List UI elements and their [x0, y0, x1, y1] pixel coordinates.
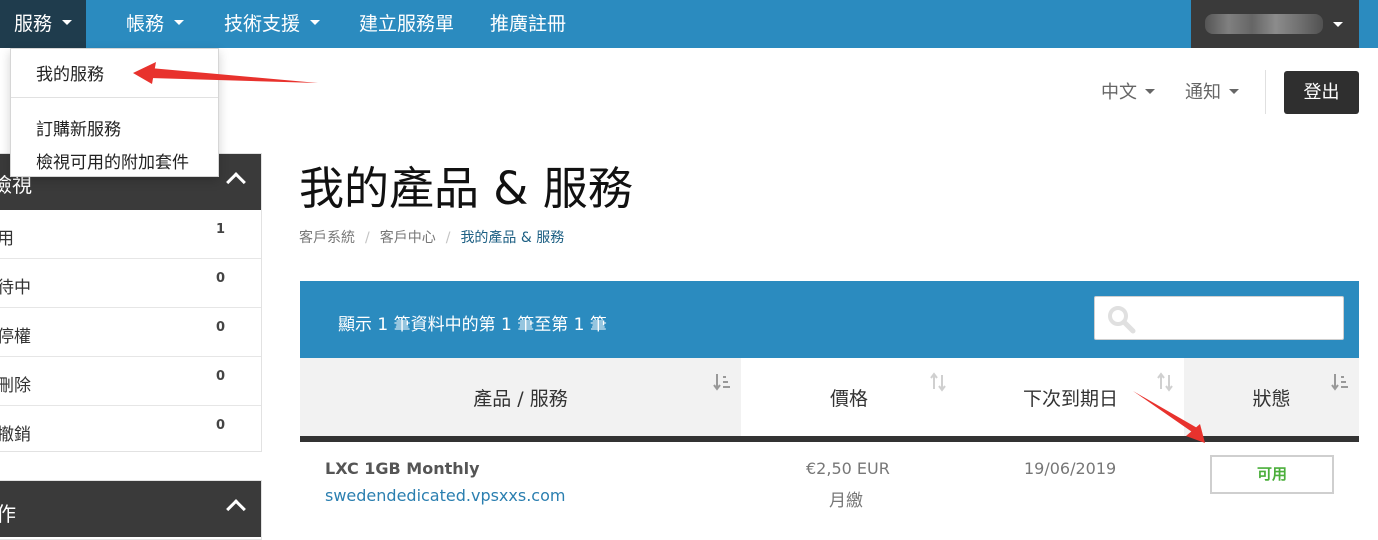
sidebar-item-label: 停權 [0, 327, 31, 347]
table-header-underline [300, 436, 1359, 442]
top-navbar: 服務 帳務 技術支援 建立服務單 推廣註冊 [0, 0, 1378, 48]
status-badge: 可用 [1210, 455, 1334, 494]
sidebar-item-active[interactable]: 用 1 [0, 210, 261, 259]
chevron-up-icon [226, 499, 246, 519]
billing-cycle: 月繳 [829, 491, 863, 511]
sidebar-item-label: 用 [0, 229, 14, 249]
product-price: €2,50 EUR [806, 459, 890, 478]
column-header-label: 狀態 [1252, 388, 1291, 410]
breadcrumb-separator: / [445, 230, 451, 246]
sort-both-icon [930, 372, 946, 392]
sidebar-item-count: 0 [216, 320, 226, 335]
nav-billing[interactable]: 帳務 [112, 0, 198, 48]
breadcrumb-client-area[interactable]: 客戶中心 [380, 230, 436, 246]
product-name: LXC 1GB Monthly [325, 459, 480, 478]
blurred-username [1205, 14, 1323, 34]
column-header-product[interactable]: 產品 / 服務 [300, 358, 741, 437]
table-header-row: 產品 / 服務 價格 下次到期日 狀態 [300, 358, 1359, 438]
sidebar-item-count: 0 [216, 271, 226, 286]
table-toolbar: 顯示 1 筆資料中的第 1 筆至第 1 筆 [300, 281, 1359, 358]
menu-item-view-addons[interactable]: 檢視可用的附加套件 [36, 148, 189, 173]
chevron-down-icon [174, 20, 185, 25]
column-header-price[interactable]: 價格 [741, 358, 957, 437]
breadcrumb-separator: / [365, 230, 370, 246]
menu-divider [11, 97, 218, 98]
column-header-due-date[interactable]: 下次到期日 [957, 358, 1184, 437]
nav-support[interactable]: 技術支援 [210, 0, 334, 48]
sidebar-item-label: 撤銷 [0, 425, 31, 445]
column-header-label: 價格 [829, 388, 868, 410]
sidebar-item-terminated[interactable]: 刪除 0 [0, 357, 261, 406]
nav-affiliates-label: 推廣註冊 [490, 13, 567, 35]
nav-open-ticket[interactable]: 建立服務單 [345, 0, 468, 48]
sidebar-item-pending[interactable]: 待中 0 [0, 259, 261, 308]
page-title: 我的產品 & 服務 [299, 162, 633, 215]
sidebar-actions-panel: 作 [0, 480, 262, 540]
sidebar-item-count: 1 [216, 222, 226, 237]
language-label: 中文 [1101, 82, 1137, 103]
sidebar-item-label: 待中 [0, 278, 31, 298]
nav-affiliates[interactable]: 推廣註冊 [476, 0, 580, 48]
sidebar-panel-header[interactable]: 作 [0, 481, 261, 537]
chevron-down-icon [310, 20, 321, 25]
breadcrumb-current: 我的產品 & 服務 [460, 230, 565, 246]
nav-open-ticket-label: 建立服務單 [359, 13, 455, 35]
sidebar-item-count: 0 [216, 369, 226, 384]
search-icon [1108, 306, 1136, 334]
product-domain-link[interactable]: swedendedicated.vpsxxs.com [325, 486, 565, 505]
services-dropdown-menu: 我的服務 訂購新服務 檢視可用的附加套件 [10, 48, 219, 177]
column-header-status[interactable]: 狀態 [1184, 358, 1359, 437]
chevron-down-icon [62, 20, 73, 25]
search-input[interactable] [1143, 305, 1333, 331]
sort-desc-icon [1331, 374, 1348, 391]
logout-button[interactable]: 登出 [1284, 71, 1359, 114]
menu-item-my-services[interactable]: 我的服務 [36, 60, 104, 85]
sort-both-icon [1157, 372, 1173, 392]
sidebar-panel-title: 作 [0, 502, 16, 526]
sidebar-status-panel: 檢視 用 1 待中 0 停權 0 刪除 0 撤銷 0 [0, 153, 262, 452]
nav-billing-label: 帳務 [126, 13, 165, 35]
table-search [1094, 296, 1344, 340]
user-account-menu[interactable] [1191, 0, 1359, 48]
column-header-label: 產品 / 服務 [473, 388, 568, 410]
header-divider [1265, 70, 1266, 114]
sidebar-item-suspended[interactable]: 停權 0 [0, 308, 261, 357]
notifications-menu[interactable]: 通知 [1185, 78, 1239, 104]
column-header-label: 下次到期日 [1022, 388, 1118, 410]
nav-services[interactable]: 服務 [0, 0, 87, 48]
nav-services-label: 服務 [14, 13, 53, 35]
table-info-text: 顯示 1 筆資料中的第 1 筆至第 1 筆 [338, 315, 607, 335]
breadcrumb-portal-home[interactable]: 客戶系統 [299, 230, 355, 246]
language-selector[interactable]: 中文 [1101, 78, 1155, 104]
notifications-label: 通知 [1185, 82, 1221, 103]
chevron-down-icon [1145, 88, 1155, 94]
sort-desc-icon [713, 374, 730, 391]
menu-item-order-new-services[interactable]: 訂購新服務 [36, 115, 121, 140]
chevron-down-icon [1229, 88, 1239, 94]
nav-support-label: 技術支援 [224, 13, 301, 35]
sidebar-item-cancelled[interactable]: 撤銷 0 [0, 406, 261, 455]
next-due-date: 19/06/2019 [1024, 459, 1117, 478]
chevron-up-icon [226, 172, 246, 192]
sidebar-item-label: 刪除 [0, 376, 31, 396]
breadcrumb: 客戶系統 / 客戶中心 / 我的產品 & 服務 [299, 227, 564, 247]
sidebar-item-count: 0 [216, 418, 226, 433]
chevron-down-icon [1333, 22, 1343, 27]
